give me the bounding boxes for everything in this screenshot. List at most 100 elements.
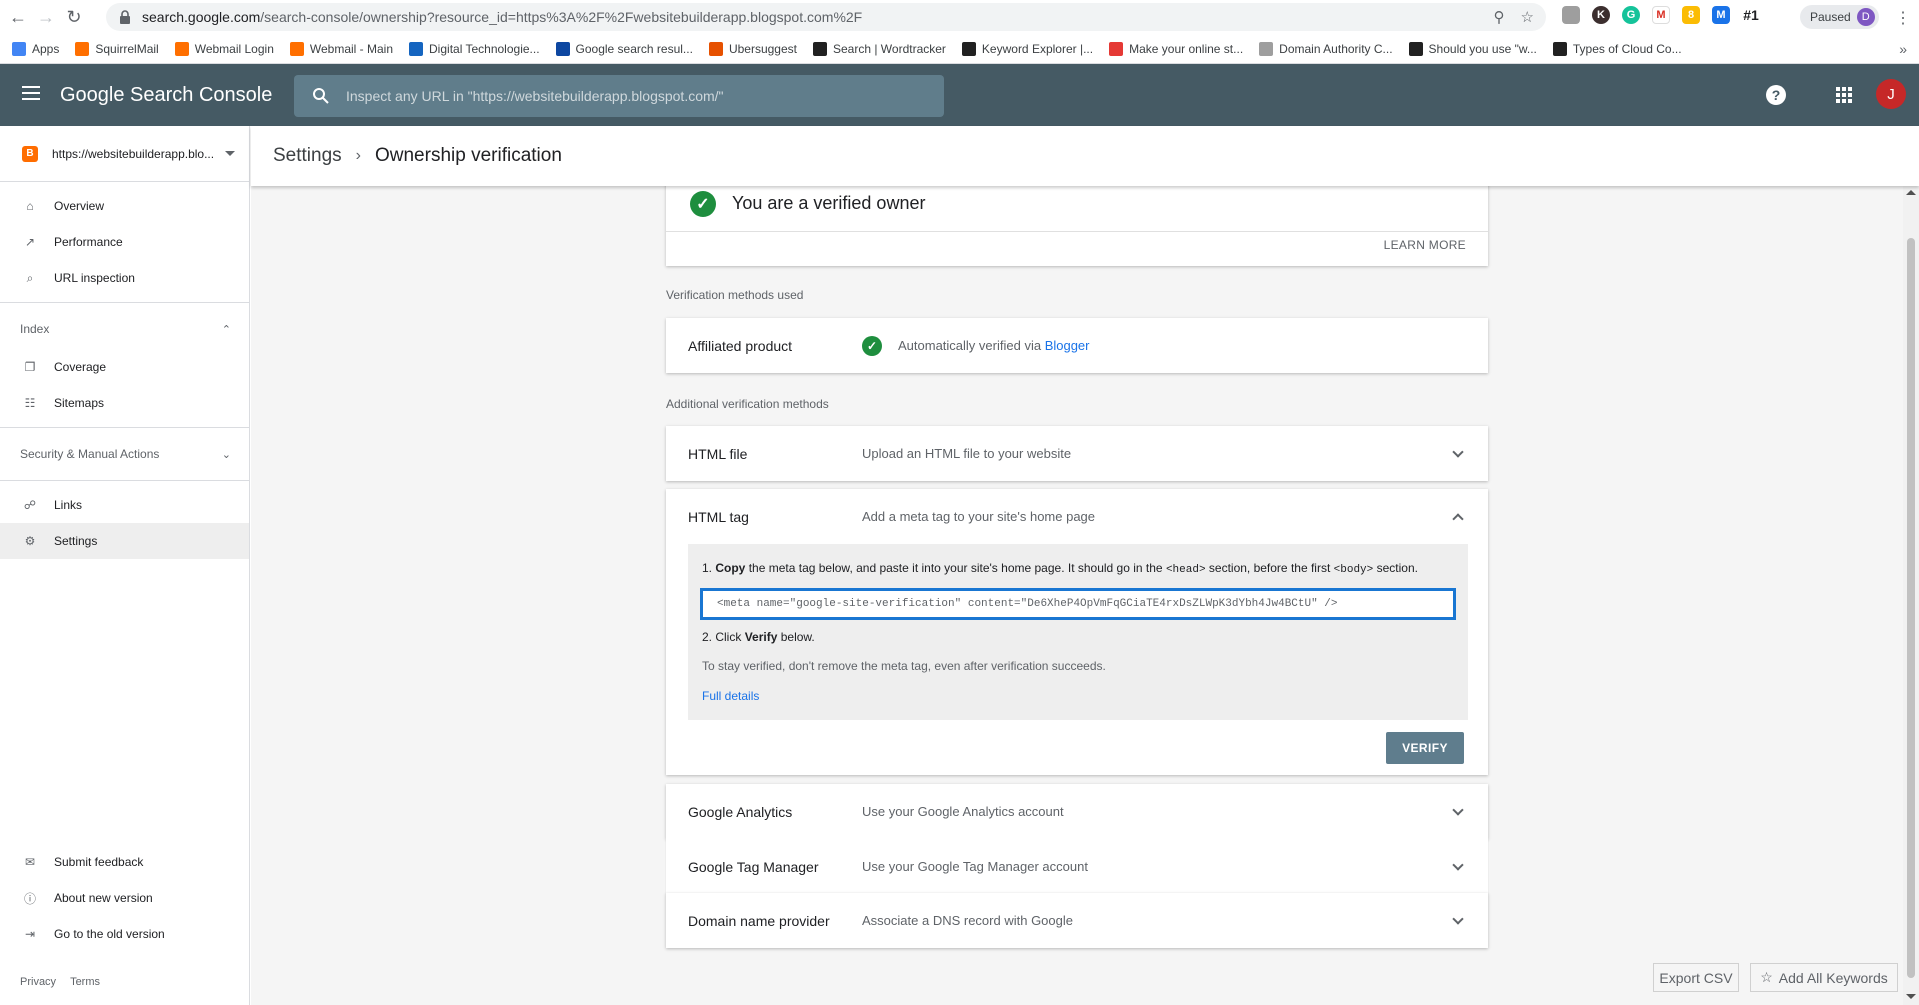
methods-used-label: Verification methods used — [666, 288, 804, 302]
scroll-thumb[interactable] — [1907, 238, 1915, 978]
blogger-link[interactable]: Blogger — [1045, 338, 1090, 353]
export-csv-button[interactable]: Export CSV — [1653, 963, 1739, 992]
chevron-down-icon: ⌄ — [221, 448, 231, 461]
meta-tag-field[interactable]: <meta name="google-site-verification" co… — [700, 588, 1456, 620]
favicon-icon — [708, 41, 723, 56]
favicon-icon — [1109, 41, 1124, 56]
url-text: search.google.com/search-console/ownersh… — [142, 9, 863, 25]
app-header: Google Search Console ? J — [0, 64, 1919, 126]
gear-icon: ⚙ — [24, 534, 36, 548]
sidebar-item-url-inspection[interactable]: ⌕ URL inspection — [0, 260, 249, 296]
sidebar-item-settings[interactable]: ⚙ Settings — [0, 523, 249, 559]
favicon-icon — [289, 41, 304, 56]
method-google-tag-manager[interactable]: Google Tag Manager Use your Google Tag M… — [666, 839, 1488, 894]
bookmark-item[interactable]: Ubersuggest — [708, 41, 797, 56]
bookmark-item[interactable]: Should you use "w... — [1408, 41, 1537, 56]
bookmark-item[interactable]: Webmail - Main — [289, 41, 393, 56]
extension-grammarly-icon[interactable]: G — [1622, 6, 1640, 24]
chevron-down-icon — [1452, 913, 1464, 925]
method-domain-provider[interactable]: Domain name provider Associate a DNS rec… — [666, 893, 1488, 948]
profile-button[interactable]: Paused D — [1800, 5, 1879, 29]
extension-keywords-icon[interactable]: 8 — [1682, 6, 1700, 24]
sidebar-item-sitemaps[interactable]: ☷ Sitemaps — [0, 385, 249, 421]
sidebar: B https://websitebuilderapp.blo... ⌂ Over… — [0, 126, 250, 1005]
favicon-icon — [174, 41, 189, 56]
sidebar-item-label: Performance — [54, 235, 123, 249]
chevron-up-icon: ⌃ — [221, 323, 231, 336]
search-icon — [313, 88, 329, 104]
favicon-icon — [961, 41, 976, 56]
additional-methods-label: Additional verification methods — [666, 397, 829, 411]
property-selector[interactable]: B https://websitebuilderapp.blo... — [0, 126, 249, 182]
html-tag-header[interactable]: HTML tag Add a meta tag to your site's h… — [666, 489, 1488, 544]
sidebar-item-about-new-version[interactable]: ⓘ About new version — [0, 880, 249, 916]
extension-rank-icon[interactable]: #1 — [1742, 6, 1760, 24]
account-avatar[interactable]: J — [1876, 79, 1906, 109]
bookmark-item[interactable]: Google search resul... — [555, 41, 693, 56]
affiliated-product-card: Affiliated product ✓ Automatically verif… — [666, 318, 1488, 373]
sidebar-item-coverage[interactable]: ❐ Coverage — [0, 349, 249, 385]
bookmark-item[interactable]: Digital Technologie... — [409, 41, 540, 56]
chrome-menu-icon[interactable]: ⋮ — [1895, 8, 1911, 28]
learn-more-button[interactable]: LEARN MORE — [1384, 238, 1466, 252]
back-icon[interactable]: ← — [8, 7, 28, 27]
verify-button[interactable]: VERIFY — [1386, 732, 1464, 764]
reload-icon[interactable]: ↻ — [64, 7, 84, 27]
info-icon: ⓘ — [23, 891, 36, 906]
profile-avatar: D — [1856, 8, 1875, 26]
extension-moz-icon[interactable]: M — [1712, 6, 1730, 24]
search-input[interactable] — [346, 88, 906, 104]
help-icon[interactable]: ? — [1766, 85, 1786, 105]
blogger-icon: B — [22, 145, 38, 162]
favicon-icon — [1552, 41, 1567, 56]
nav-section-security[interactable]: Security & Manual Actions ⌄ — [0, 434, 249, 474]
bookmarks-overflow-icon[interactable]: » — [1899, 41, 1907, 57]
feedback-icon: ✉ — [24, 855, 36, 869]
apps-grid-icon[interactable] — [1836, 87, 1852, 103]
sidebar-item-go-to-the-old-version[interactable]: ⇥ Go to the old version — [0, 916, 249, 952]
extension-print-icon[interactable] — [1562, 6, 1580, 24]
page-scrollbar[interactable] — [1903, 186, 1919, 1005]
sidebar-item-label: Go to the old version — [54, 927, 165, 941]
nav-section-index[interactable]: Index ⌃ — [0, 309, 249, 349]
extensions-bar: K G M 8 M #1 — [1562, 6, 1760, 24]
sidebar-item-label: Overview — [54, 199, 105, 213]
bookmark-item[interactable]: Keyword Explorer |... — [961, 41, 1093, 56]
menu-icon[interactable] — [22, 86, 40, 100]
bookmark-item[interactable]: Search | Wordtracker — [812, 41, 946, 56]
bookmark-item[interactable]: Types of Cloud Co... — [1552, 41, 1682, 56]
app-title: Google Search Console — [60, 84, 273, 106]
full-details-link[interactable]: Full details — [702, 689, 759, 703]
sidebar-item-performance[interactable]: ↗ Performance — [0, 224, 249, 260]
scroll-up-icon[interactable] — [1906, 190, 1916, 195]
method-html-tag: HTML tag Add a meta tag to your site's h… — [666, 489, 1488, 775]
sidebar-item-links[interactable]: ☍ Links — [0, 487, 249, 523]
terms-link[interactable]: Terms — [70, 976, 100, 988]
method-google-analytics[interactable]: Google Analytics Use your Google Analyti… — [666, 784, 1488, 839]
bookmark-item[interactable]: Domain Authority C... — [1259, 41, 1393, 56]
bookmark-item[interactable]: Make your online st... — [1109, 41, 1243, 56]
add-all-keywords-button[interactable]: ☆ Add All Keywords — [1750, 963, 1898, 992]
bookmark-item[interactable]: Webmail Login — [174, 41, 274, 56]
copy-icon: ❐ — [24, 360, 36, 374]
sidebar-item-overview[interactable]: ⌂ Overview — [0, 188, 249, 224]
breadcrumb-settings[interactable]: Settings — [273, 145, 342, 167]
forward-icon[interactable]: → — [36, 7, 56, 27]
extension-k-icon[interactable]: K — [1592, 6, 1610, 24]
privacy-link[interactable]: Privacy — [20, 976, 56, 988]
favicon-icon — [812, 41, 827, 56]
stay-verified-note: To stay verified, don't remove the meta … — [702, 659, 1106, 673]
page-title: Ownership verification — [374, 145, 562, 166]
bookmark-item[interactable]: Apps — [12, 41, 59, 56]
zoom-icon[interactable]: ⚲ — [1494, 8, 1505, 26]
sidebar-item-label: URL inspection — [54, 271, 135, 285]
bookmark-star-icon[interactable]: ☆ — [1521, 8, 1534, 26]
url-inspect-search[interactable] — [294, 75, 944, 117]
scroll-down-icon[interactable] — [1906, 994, 1916, 999]
bookmark-item[interactable]: SquirrelMail — [75, 41, 159, 56]
sidebar-item-submit-feedback[interactable]: ✉ Submit feedback — [0, 844, 249, 880]
favicon-icon — [555, 41, 570, 56]
address-bar[interactable]: search.google.com/search-console/ownersh… — [106, 3, 1546, 31]
method-html-file[interactable]: HTML file Upload an HTML file to your we… — [666, 426, 1488, 481]
extension-gmail-icon[interactable]: M — [1652, 6, 1670, 24]
